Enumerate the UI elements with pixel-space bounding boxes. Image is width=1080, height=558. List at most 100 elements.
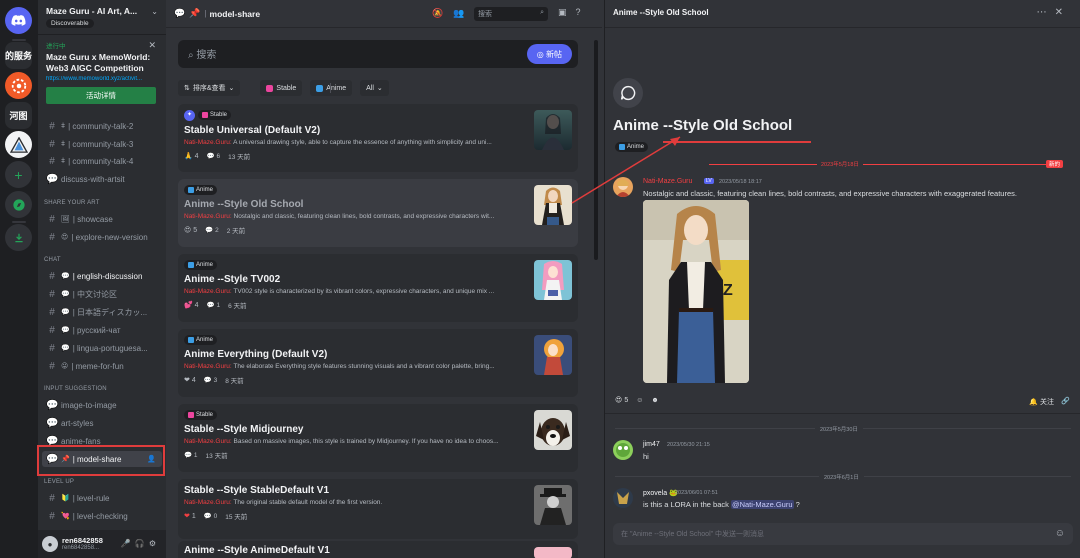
channel-meme-for-fun[interactable]: # 😜 | meme-for-fun [42,358,162,374]
new-post-button[interactable]: ◎ 新帖 [526,44,572,64]
channel-community-talk-3[interactable]: # ǂ | community-talk-3 [42,136,162,152]
gear-icon[interactable]: ⚙ [149,539,160,548]
header-search-input[interactable]: 搜索 ⌕ [474,7,548,21]
user-mention[interactable]: @Nati-Maze.Guru [730,500,794,509]
notification-mute-icon[interactable]: 🔕 [432,8,453,18]
link-icon[interactable]: 🔗 [1061,397,1070,405]
forum-post[interactable]: Anime Anime Everything (Default V2) Nati… [178,329,578,397]
avatar[interactable] [613,440,633,460]
rail-separator [12,39,26,41]
tag-filter-anime[interactable]: Anime [310,80,353,96]
forum-post[interactable]: Anime --Style AnimeDefault V1 [178,541,578,558]
inbox-icon[interactable]: ▣ [558,7,576,17]
post-thumbnail[interactable] [534,185,572,225]
close-icon[interactable]: ✕ [1055,7,1071,18]
channel-discuss-with-artsit[interactable]: 💬 discuss-with-artsit [42,171,162,187]
add-reaction-icon[interactable]: ☺ [636,396,643,404]
channel-russian-chat[interactable]: # 💬 | русский-чат [42,322,162,338]
channel-showcase[interactable]: # 🖼 | showcase [42,211,162,227]
post-thumbnail[interactable] [534,260,572,300]
triangle-server-icon[interactable] [5,131,32,158]
server-icon-1[interactable]: 的服务 [5,42,32,69]
post-title: Stable Universal (Default V2) [184,125,321,137]
post-thumbnail[interactable] [534,110,572,150]
forum-post[interactable]: Anime Anime --Style TV002 Nati-Maze.Guru… [178,254,578,322]
rail-separator [12,221,26,223]
help-icon[interactable]: ? [576,7,590,17]
post-preview: Nati-Maze.Guru: A universal drawing styl… [184,139,492,147]
sort-view-button[interactable]: ⇅ 排序&查看 ⌄ [178,80,241,96]
tag-filter-stable[interactable]: Stable [260,80,303,96]
event-status: 进行中 [46,43,66,50]
message-author[interactable]: Nati-Maze.Guru [643,178,692,185]
message-author[interactable]: pxovela 🐸 [643,489,678,497]
hash-icon: # [49,510,55,522]
post-title: Anime Everything (Default V2) [184,349,328,360]
forum-search-input[interactable]: ⌕ 搜索 ◎ 新帖 [178,40,578,68]
chevron-down-icon[interactable]: ⌄ [151,7,158,16]
all-tags-dropdown[interactable]: All ⌄ [360,80,389,96]
mute-icon[interactable]: 🎤 [121,539,135,548]
channel-chinese-discussion[interactable]: # 💬 | 中文讨论区 [42,286,162,302]
channel-art-styles[interactable]: 💬 art-styles [42,415,162,431]
avatar[interactable] [613,488,633,508]
headphones-icon[interactable]: 🎧 [135,539,149,548]
server-header[interactable]: Maze Guru - AI Art, A... ⌄ Discoverable [38,0,166,35]
channel-image-to-image[interactable]: 💬 image-to-image [42,397,162,413]
channel-lingua-portuguesa[interactable]: # 💬 | lingua-portuguesa... [42,340,162,356]
channel-level-checking[interactable]: # 💘 | level-checking [42,508,162,524]
post-thumbnail[interactable] [534,485,572,525]
message-image[interactable]: Z [643,200,749,383]
forum-post[interactable]: Stable Stable --Style Midjourney Nati-Ma… [178,404,578,472]
discord-home-icon[interactable] [5,7,32,34]
reaction-heart-eyes[interactable]: 😍 5 [615,396,628,405]
channel-explore-new-version[interactable]: # 😍 | explore-new-version [42,229,162,245]
event-link[interactable]: https://www.memoworld.xyz/activit... [46,76,158,82]
user-tag: ren6842858... [62,545,100,551]
close-icon[interactable]: ✕ [148,40,156,51]
message-author[interactable]: jim47 [643,441,660,448]
reply-count: 💬 1 [206,302,221,309]
avatar[interactable]: ● [42,536,58,552]
forum-post[interactable]: Stable --Style StableDefault V1 Nati-Maz… [178,479,578,539]
emoji-icon[interactable]: ☺ [1055,528,1065,539]
channel-english-discussion[interactable]: # 💬 | english-discussion [42,268,162,284]
category-share-your-art[interactable]: SHARE YOUR ART [44,200,100,206]
post-thumbnail[interactable] [534,410,572,450]
members-icon[interactable]: 👥 [453,8,474,18]
message-input[interactable]: 在 "Anime --Style Old School" 中发送一则消息 ☺ [613,523,1073,545]
server-icon-hetu[interactable]: 河图 [5,102,32,129]
channel-japanese-discussion[interactable]: # 💬 | 日本語ディスカッ... [42,304,162,320]
category-level-up[interactable]: LEVEL UP [44,479,74,485]
forum-post-active[interactable]: Anime Anime --Style Old School Nati-Maze… [178,179,578,247]
add-super-reaction-icon[interactable]: ☻ [651,396,658,404]
forum-scrollbar[interactable] [594,40,598,260]
reply-count: 💬 2 [205,227,219,234]
add-server-icon[interactable]: + [5,161,32,188]
post-thumbnail[interactable] [534,335,572,375]
event-details-button[interactable]: 活动详情 [46,87,156,104]
follow-button[interactable]: 🔔 关注 [1029,397,1054,407]
post-meta: 😍 5 💬 2 2 天前 [184,225,572,235]
post-thumbnail[interactable] [534,547,572,558]
forum-post[interactable]: ✦ Stable Stable Universal (Default V2) Na… [178,104,578,172]
maze-guru-server-icon[interactable] [5,72,32,99]
channel-level-rule[interactable]: # 🔰 | level-rule [42,490,162,506]
hash-icon: # [49,324,55,336]
post-meta: ❤ 4 💬 3 8 天前 [184,375,572,385]
category-input-suggestion[interactable]: INPUT SUGGESTION [44,386,107,392]
post-tag: Anime [184,185,218,195]
reaction-icon: 💕 4 [184,302,199,309]
avatar[interactable] [613,177,633,197]
hash-icon: # [49,231,55,243]
channel-community-talk-4[interactable]: # ǂ | community-talk-4 [42,153,162,169]
hash-icon: # [49,306,55,318]
server-name: Maze Guru - AI Art, A... [46,6,138,16]
channel-community-talk-2[interactable]: # ǂ | community-talk-2 [42,118,162,134]
more-icon[interactable]: ⋯ [1037,7,1055,18]
explore-servers-icon[interactable] [5,191,32,218]
post-time: 8 天前 [225,378,244,385]
thread-title: Anime --Style Old School [613,117,793,134]
category-chat[interactable]: CHAT [44,257,61,263]
download-apps-icon[interactable] [5,224,32,251]
